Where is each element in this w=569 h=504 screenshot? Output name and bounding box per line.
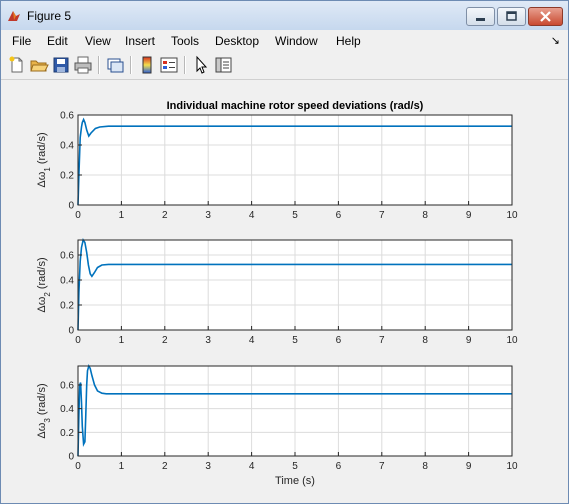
insert-colorbar-icon[interactable]	[137, 55, 157, 75]
figure-canvas: 0 1 2 3 4 5 6 7 8 9 1000.20.40.6Δω1 (rad/s)Individ…	[36, 100, 518, 487]
y-tick-label: 0.4	[60, 141, 74, 152]
x-tick-label: 4	[249, 461, 255, 472]
menu-bar: File Edit View Insert Tools Desktop Wind…	[1, 30, 568, 52]
menu-view[interactable]: View	[85, 34, 111, 48]
maximize-icon	[506, 11, 517, 21]
x-tick-label: 2	[162, 461, 168, 472]
x-tick-label: 5	[292, 335, 298, 346]
menu-tools[interactable]: Tools	[171, 34, 199, 48]
y-tick-label: 0.4	[60, 404, 74, 415]
x-tick-label: 9	[466, 461, 472, 472]
x-tick-label: 6	[336, 335, 342, 346]
chart-title: Individual machine rotor speed deviation…	[167, 100, 424, 112]
x-tick-label: 4	[249, 335, 255, 346]
x-tick-label: 0	[75, 461, 81, 472]
x-tick-label: 10	[506, 210, 518, 221]
x-tick-label: 0	[75, 210, 81, 221]
y-tick-label: 0.6	[60, 380, 74, 391]
x-tick-label: 5	[292, 461, 298, 472]
window-title: Figure 5	[27, 9, 72, 23]
x-tick-label: 7	[379, 461, 385, 472]
x-tick-label: 1	[119, 461, 125, 472]
edit-plot-arrow-icon[interactable]	[191, 55, 211, 75]
menu-file[interactable]: File	[12, 34, 31, 48]
close-icon	[540, 11, 551, 22]
minimize-button[interactable]	[466, 7, 495, 26]
menu-insert[interactable]: Insert	[125, 34, 155, 48]
dock-arrow-icon[interactable]: ↘	[551, 34, 560, 47]
x-tick-label: 5	[292, 210, 298, 221]
x-tick-label: 7	[379, 335, 385, 346]
link-figure-icon[interactable]	[105, 55, 125, 75]
menu-edit[interactable]: Edit	[47, 34, 68, 48]
y-tick-label: 0	[68, 452, 74, 463]
y-tick-label: 0.6	[60, 111, 74, 122]
x-tick-label: 3	[205, 210, 211, 221]
close-button[interactable]	[528, 7, 563, 26]
x-tick-label: 3	[205, 335, 211, 346]
toolbar-separator	[130, 56, 132, 74]
x-tick-label: 1	[119, 335, 125, 346]
insert-legend-icon[interactable]	[159, 55, 179, 75]
x-tick-label: 9	[466, 210, 472, 221]
y-axis-label: Δω2 (rad/s)	[36, 257, 52, 312]
x-tick-label: 10	[506, 461, 518, 472]
y-tick-label: 0.2	[60, 171, 74, 182]
x-tick-label: 6	[336, 210, 342, 221]
x-tick-label: 8	[422, 335, 428, 346]
x-tick-label: 2	[162, 210, 168, 221]
x-tick-label: 2	[162, 335, 168, 346]
menu-desktop[interactable]: Desktop	[215, 34, 259, 48]
y-tick-label: 0	[68, 201, 74, 212]
minimize-icon	[476, 18, 485, 21]
x-tick-label: 7	[379, 210, 385, 221]
property-inspector-icon[interactable]	[213, 55, 233, 75]
x-tick-label: 8	[422, 210, 428, 221]
menu-help[interactable]: Help	[336, 34, 361, 48]
figure-toolbar	[1, 52, 568, 80]
matlab-figure-icon	[8, 11, 20, 21]
open-folder-icon[interactable]	[29, 55, 49, 75]
y-tick-label: 0.2	[60, 301, 74, 312]
y-tick-label: 0	[68, 326, 74, 337]
x-tick-label: 9	[466, 335, 472, 346]
title-bar[interactable]: Figure 5	[1, 1, 568, 30]
y-tick-label: 0.2	[60, 428, 74, 439]
y-axis-label: Δω1 (rad/s)	[36, 132, 52, 187]
x-tick-label: 10	[506, 335, 518, 346]
new-file-icon[interactable]	[7, 55, 27, 75]
x-tick-label: 0	[75, 335, 81, 346]
figure-window: Figure 5 File Edit View Insert Tools Des…	[0, 0, 569, 504]
maximize-button[interactable]	[497, 7, 526, 26]
y-tick-label: 0.4	[60, 276, 74, 287]
toolbar-separator	[98, 56, 100, 74]
x-tick-label: 8	[422, 461, 428, 472]
x-tick-label: 1	[119, 210, 125, 221]
x-axis-label: Time (s)	[275, 475, 315, 487]
y-tick-label: 0.6	[60, 251, 74, 262]
subplot-3: 0 1 2 3 4 5 6 7 8 9 10 0 0.2 0.4 0.6 Δω3 (rad/s) Time (s…	[36, 363, 518, 487]
print-icon[interactable]	[73, 55, 93, 75]
toolbar-separator	[184, 56, 186, 74]
y-axis-label: Δω3 (rad/s)	[36, 383, 52, 438]
x-tick-label: 6	[336, 461, 342, 472]
menu-window[interactable]: Window	[275, 34, 318, 48]
x-tick-label: 4	[249, 210, 255, 221]
subplot-1: 0 1 2 3 4 5 6 7 8 9 10 0 0.2 0.4 0.6 Δω1 (rad/s) Individ…	[36, 100, 518, 221]
save-icon[interactable]	[51, 55, 71, 75]
x-tick-label: 3	[205, 461, 211, 472]
subplot-2: 0 1 2 3 4 5 6 7 8 9 10 0 0.2 0.4 0.6 Δω2 (rad/s)	[36, 238, 518, 346]
